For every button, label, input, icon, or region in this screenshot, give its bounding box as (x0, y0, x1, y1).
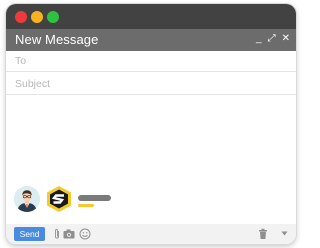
camera-icon[interactable] (63, 228, 75, 240)
signature-title-placeholder (78, 204, 94, 207)
compose-toolbar: Send (6, 224, 296, 244)
zoom-window-button[interactable] (47, 11, 59, 23)
window-title-bar (6, 4, 296, 29)
compose-title: New Message (15, 32, 99, 47)
minimize-icon[interactable]: _ (256, 32, 262, 46)
smiley-icon[interactable] (79, 228, 91, 240)
subject-field[interactable] (15, 76, 285, 92)
email-signature (6, 182, 296, 216)
signature-name-placeholder (78, 195, 111, 201)
message-body[interactable] (6, 96, 296, 182)
company-logo (47, 186, 71, 212)
compose-header: New Message _ ⤢ ✕ (6, 29, 296, 51)
person-avatar-icon (14, 186, 40, 212)
avatar (14, 186, 40, 212)
expand-icon[interactable]: ⤢ (268, 32, 276, 46)
compose-window: New Message _ ⤢ ✕ To Subject Send (6, 4, 296, 244)
minimize-window-button[interactable] (31, 11, 43, 23)
compose-controls: _ ⤢ ✕ (256, 32, 290, 46)
to-field[interactable] (15, 53, 285, 69)
send-button[interactable]: Send (14, 227, 45, 241)
to-field-row (6, 51, 296, 72)
close-icon[interactable]: ✕ (282, 32, 290, 46)
paperclip-icon[interactable] (53, 228, 61, 240)
trash-icon[interactable] (258, 228, 268, 240)
subject-field-row (6, 74, 296, 95)
chevron-down-icon[interactable] (281, 231, 288, 236)
close-window-button[interactable] (15, 11, 27, 23)
